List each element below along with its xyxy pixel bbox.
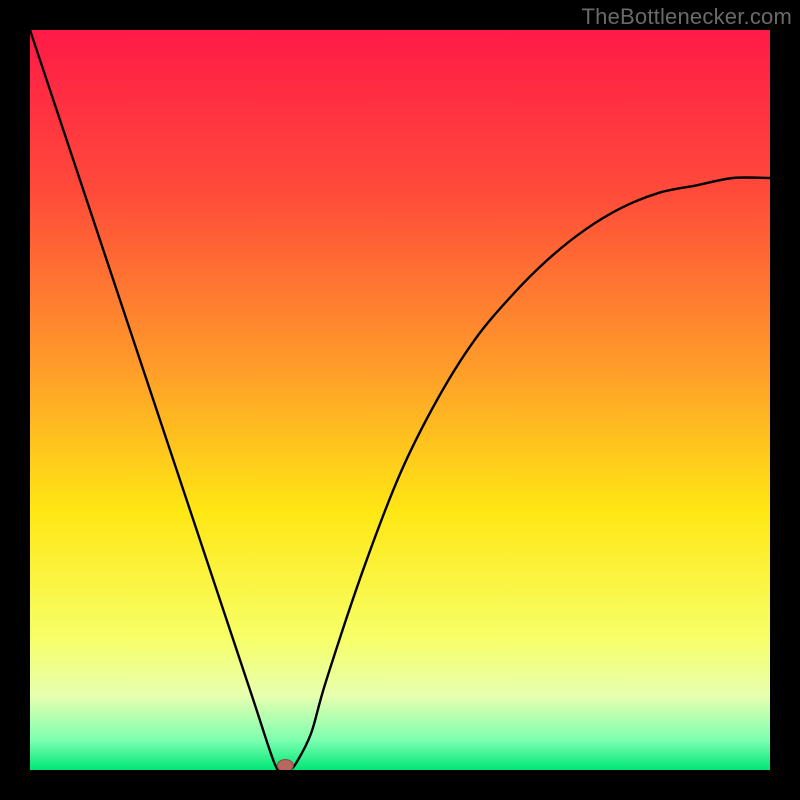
watermark-label: TheBottlenecker.com: [582, 4, 792, 30]
optimal-point-marker: [277, 760, 293, 770]
gradient-background: [30, 30, 770, 770]
plot-area: [30, 30, 770, 770]
chart-frame: TheBottlenecker.com: [0, 0, 800, 800]
chart-svg: [30, 30, 770, 770]
